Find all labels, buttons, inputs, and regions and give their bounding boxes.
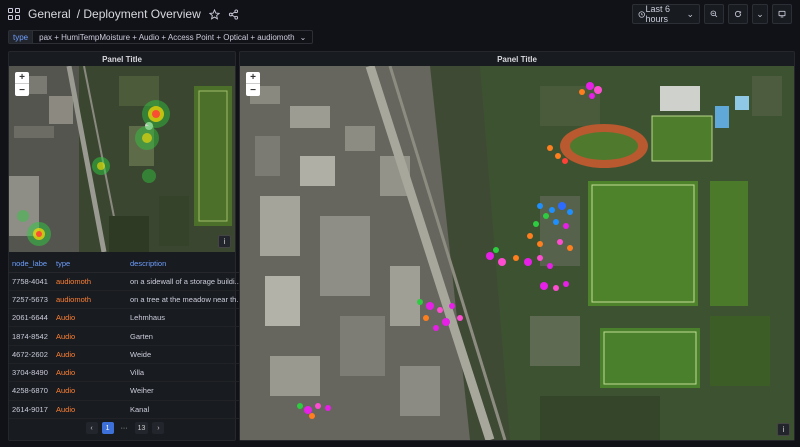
dashboards-grid-icon[interactable] bbox=[8, 8, 20, 20]
star-icon[interactable] bbox=[208, 8, 220, 20]
type-cell: Audio bbox=[53, 363, 127, 383]
type-cell: Audio bbox=[53, 345, 127, 364]
type-cell: Audio bbox=[53, 326, 127, 346]
variable-value: pax + HumiTempMoisture + Audio + Access … bbox=[39, 32, 295, 42]
node-label-cell: 2614-9017 bbox=[9, 400, 53, 419]
chevron-down-icon: ⌄ bbox=[686, 8, 694, 19]
refresh-icon bbox=[734, 10, 742, 18]
zoom-in-button[interactable]: + bbox=[246, 72, 260, 84]
node-label-cell: 7257-5673 bbox=[9, 290, 53, 310]
table-row[interactable]: 7257-5673 audiomoth on a tree at the meado… bbox=[9, 290, 241, 310]
share-icon[interactable] bbox=[228, 8, 239, 20]
panel-title: Panel Title bbox=[497, 54, 537, 64]
node-label-cell: 4672-2602 bbox=[9, 345, 53, 364]
type-cell: audiomoth bbox=[53, 272, 127, 291]
type-variable-select[interactable]: pax + HumiTempMoisture + Audio + Access … bbox=[32, 30, 314, 44]
monitor-icon bbox=[778, 10, 786, 18]
node-label-cell: 7758-4041 bbox=[9, 272, 53, 291]
node-label-cell: 4258-6870 bbox=[9, 381, 53, 401]
table-row[interactable]: 3704-8490 Audio Villa bbox=[9, 363, 241, 383]
node-label-cell: 1874-8542 bbox=[9, 326, 53, 346]
chevron-down-icon: ⌄ bbox=[756, 8, 764, 19]
description-cell: Kanal bbox=[127, 400, 241, 419]
tv-mode-button[interactable] bbox=[772, 4, 792, 24]
description-cell: on a sidewall of a storage buildi... bbox=[127, 272, 241, 291]
type-cell: Audio bbox=[53, 381, 127, 401]
top-bar: General / Deployment Overview Last 6 hou… bbox=[0, 0, 800, 28]
type-cell: Audio bbox=[53, 400, 127, 419]
column-header[interactable]: description bbox=[127, 256, 241, 273]
page-title: / Deployment Overview bbox=[76, 7, 201, 21]
node-label-cell: 3704-8490 bbox=[9, 363, 53, 383]
variable-label: type bbox=[8, 30, 33, 44]
type-cell: Audio bbox=[53, 308, 127, 328]
description-cell: Weide bbox=[127, 345, 241, 364]
map-zoom-control: + − bbox=[246, 72, 260, 96]
table-pagination: ‹ 1 ··· 13 › bbox=[9, 422, 241, 434]
table-row[interactable]: 2061-6644 Audio Lehmhaus bbox=[9, 308, 241, 328]
zoom-out-button[interactable]: − bbox=[246, 84, 260, 96]
column-header[interactable]: node_labe bbox=[9, 256, 53, 273]
left-panel: Panel Title + − i node_labe type descrip… bbox=[8, 51, 241, 441]
panel-title: Panel Title bbox=[102, 54, 142, 64]
node-markers-map[interactable]: + − i bbox=[240, 66, 794, 440]
prev-page-button[interactable]: ‹ bbox=[85, 422, 98, 434]
clock-icon bbox=[638, 10, 645, 18]
time-range-label: Last 6 hours bbox=[645, 4, 670, 24]
page-button-current[interactable]: 1 bbox=[101, 422, 114, 434]
table-row[interactable]: 4672-2602 Audio Weide bbox=[9, 345, 241, 364]
breadcrumb-root[interactable]: General bbox=[28, 7, 71, 21]
heatmap-map[interactable]: + − i bbox=[9, 66, 235, 252]
zoom-out-button[interactable]: − bbox=[15, 84, 29, 96]
table-row[interactable]: 4258-6870 Audio Weiher bbox=[9, 381, 241, 401]
description-cell: Lehmhaus bbox=[127, 308, 241, 328]
time-range-picker[interactable]: Last 6 hours ⌄ bbox=[632, 4, 700, 24]
nodes-table-wrapper: node_labe type description 7758-4041 audi… bbox=[9, 256, 241, 419]
variable-bar: type pax + HumiTempMoisture + Audio + Ac… bbox=[8, 30, 314, 44]
aerial-map-image bbox=[240, 66, 794, 440]
info-icon[interactable]: i bbox=[218, 235, 231, 248]
refresh-interval-dropdown[interactable]: ⌄ bbox=[752, 4, 768, 24]
right-panel: Panel Title + − i bbox=[239, 51, 795, 441]
chevron-down-icon: ⌄ bbox=[299, 32, 307, 42]
description-cell: Villa bbox=[127, 363, 241, 383]
description-cell: Garten bbox=[127, 326, 241, 346]
map-zoom-control: + − bbox=[15, 72, 29, 96]
refresh-button[interactable] bbox=[728, 4, 748, 24]
table-row[interactable]: 1874-8542 Audio Garten bbox=[9, 326, 241, 346]
aerial-heatmap-image bbox=[9, 66, 235, 252]
description-cell: on a tree at the meadow near th... bbox=[127, 290, 241, 310]
table-row[interactable]: 2614-9017 Audio Kanal bbox=[9, 400, 241, 419]
page-button-last[interactable]: 13 bbox=[134, 422, 149, 434]
type-cell: audiomoth bbox=[53, 290, 127, 310]
info-icon[interactable]: i bbox=[777, 423, 790, 436]
nodes-table: node_labe type description 7758-4041 audi… bbox=[9, 256, 241, 419]
pagination-ellipsis: ··· bbox=[120, 424, 128, 432]
table-header-row: node_labe type description bbox=[9, 256, 241, 273]
node-label-cell: 2061-6644 bbox=[9, 308, 53, 328]
next-page-button[interactable]: › bbox=[152, 422, 165, 434]
table-row[interactable]: 7758-4041 audiomoth on a sidewall of a sto… bbox=[9, 272, 241, 291]
description-cell: Weiher bbox=[127, 381, 241, 401]
zoom-out-button[interactable] bbox=[704, 4, 724, 24]
zoom-in-button[interactable]: + bbox=[15, 72, 29, 84]
zoom-out-icon bbox=[710, 10, 718, 18]
column-header[interactable]: type bbox=[53, 256, 127, 273]
